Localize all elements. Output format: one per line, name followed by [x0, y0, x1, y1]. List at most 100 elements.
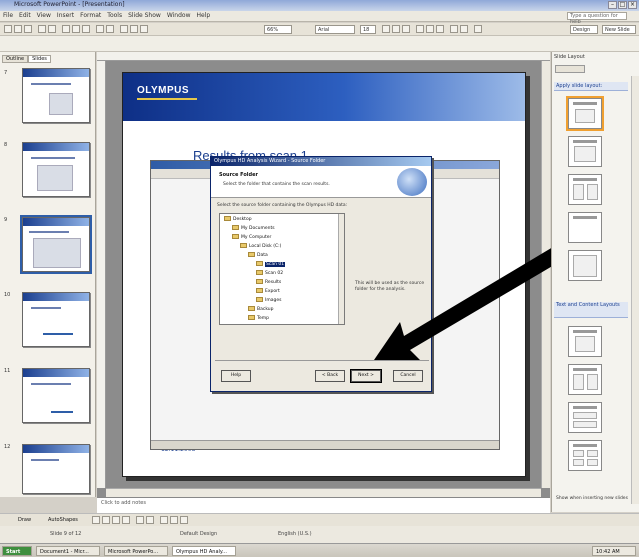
font-size-select[interactable]: 18 — [360, 25, 376, 34]
fill-color-icon[interactable] — [160, 516, 168, 524]
tree-node[interactable]: Export — [256, 288, 280, 296]
tree-node[interactable]: Backup — [248, 306, 274, 314]
textbox-icon[interactable] — [136, 516, 144, 524]
layout-four-content[interactable] — [568, 440, 602, 471]
slide-thumbnail-12[interactable] — [22, 444, 90, 494]
tree-node[interactable]: Desktop — [224, 216, 252, 224]
dialog-header-subtitle: Select the folder that contains the scan… — [223, 182, 330, 187]
new-icon[interactable] — [4, 25, 12, 33]
draw-menu[interactable]: Draw — [18, 517, 31, 523]
tree-node[interactable]: Images — [256, 297, 281, 305]
align-left-icon[interactable] — [416, 25, 424, 33]
bullets-icon[interactable] — [450, 25, 458, 33]
underline-icon[interactable] — [402, 25, 410, 33]
align-center-icon[interactable] — [426, 25, 434, 33]
tree-node-selected[interactable]: Scan 01 — [256, 261, 286, 269]
menu-insert[interactable]: Insert — [54, 11, 77, 20]
wordart-icon[interactable] — [146, 516, 154, 524]
paste-icon[interactable] — [82, 25, 90, 33]
menu-help[interactable]: Help — [194, 11, 214, 20]
layout-content[interactable] — [568, 326, 602, 357]
save-icon[interactable] — [24, 25, 32, 33]
chart-icon[interactable] — [120, 25, 128, 33]
notes-pane[interactable]: Click to add notes — [97, 497, 550, 513]
layout-blank[interactable] — [568, 250, 602, 281]
task-pane-nav[interactable] — [555, 65, 585, 73]
arrow-icon[interactable] — [102, 516, 110, 524]
grid-icon[interactable] — [140, 25, 148, 33]
slide-thumbnail-10[interactable] — [22, 292, 90, 347]
autoshapes-menu[interactable]: AutoShapes — [48, 517, 78, 523]
italic-icon[interactable] — [392, 25, 400, 33]
tree-node[interactable]: Local Disk (C:) — [240, 243, 281, 251]
layout-content-two[interactable] — [568, 402, 602, 433]
menu-slide-show[interactable]: Slide Show — [125, 11, 164, 20]
menu-tools[interactable]: Tools — [104, 11, 125, 20]
oval-icon[interactable] — [122, 516, 130, 524]
folder-tree[interactable]: Desktop My Documents My Computer Local D… — [219, 213, 345, 325]
layout-title-text[interactable] — [568, 136, 602, 167]
font-color-icon[interactable] — [180, 516, 188, 524]
section-apply-layout: Apply slide layout: — [554, 82, 628, 91]
back-button[interactable]: < Back — [315, 370, 345, 382]
tree-node[interactable]: Data — [248, 252, 268, 260]
menu-format[interactable]: Format — [77, 11, 104, 20]
tree-scrollbar[interactable] — [338, 214, 344, 324]
taskbar-item[interactable]: Microsoft PowerPo... — [104, 546, 168, 556]
maximize-button[interactable]: □ — [618, 1, 627, 9]
numbering-icon[interactable] — [460, 25, 468, 33]
slide-thumbnail-8[interactable] — [22, 142, 90, 197]
cut-icon[interactable] — [62, 25, 70, 33]
tree-node[interactable]: My Documents — [232, 225, 275, 233]
layout-text-content[interactable] — [568, 364, 602, 395]
vertical-scrollbar[interactable] — [541, 61, 550, 488]
design-button[interactable]: Design — [570, 25, 598, 34]
menu-window[interactable]: Window — [164, 11, 194, 20]
table-icon[interactable] — [130, 25, 138, 33]
slide-thumbnail-7[interactable] — [22, 68, 90, 123]
preview-icon[interactable] — [48, 25, 56, 33]
font-name-select[interactable]: Arial — [315, 25, 355, 34]
close-button[interactable]: × — [628, 1, 637, 9]
slide-thumbnail-9[interactable] — [20, 215, 92, 274]
menu-edit[interactable]: Edit — [16, 11, 34, 20]
tab-outline[interactable]: Outline — [2, 55, 29, 63]
zoom-select[interactable]: 66% — [264, 25, 292, 34]
layout-title-only[interactable] — [568, 212, 602, 243]
cancel-button[interactable]: Cancel — [393, 370, 423, 382]
layout-title-slide[interactable] — [566, 96, 604, 131]
horizontal-scrollbar[interactable] — [106, 488, 541, 497]
undo-icon[interactable] — [96, 25, 104, 33]
copy-icon[interactable] — [72, 25, 80, 33]
taskbar-clock: 10:42 AM — [592, 546, 636, 556]
tree-node[interactable]: Scan 02 — [256, 270, 283, 278]
next-button[interactable]: Next > — [350, 369, 382, 383]
line-color-icon[interactable] — [170, 516, 178, 524]
font-color-icon[interactable] — [474, 25, 482, 33]
redo-icon[interactable] — [106, 25, 114, 33]
rectangle-icon[interactable] — [112, 516, 120, 524]
start-button[interactable]: Start — [2, 546, 32, 556]
line-icon[interactable] — [92, 516, 100, 524]
align-right-icon[interactable] — [436, 25, 444, 33]
minimize-button[interactable]: – — [608, 1, 617, 9]
show-when-inserting-checkbox[interactable]: Show when inserting new slides — [556, 496, 630, 501]
menu-file[interactable]: File — [0, 11, 16, 20]
menu-view[interactable]: View — [34, 11, 54, 20]
help-search-input[interactable]: Type a question for help — [567, 12, 627, 25]
tree-node[interactable]: Results — [256, 279, 281, 287]
task-pane-scrollbar[interactable] — [631, 76, 639, 504]
layout-two-column[interactable] — [568, 174, 602, 205]
tree-node[interactable]: Temp — [248, 315, 269, 323]
print-icon[interactable] — [38, 25, 46, 33]
tab-slides[interactable]: Slides — [28, 55, 51, 63]
slide-thumbnail-11[interactable] — [22, 368, 90, 423]
open-icon[interactable] — [14, 25, 22, 33]
help-button[interactable]: Help — [221, 370, 251, 382]
horizontal-ruler — [97, 52, 550, 61]
taskbar-item[interactable]: Document1 - Micr... — [36, 546, 100, 556]
bold-icon[interactable] — [382, 25, 390, 33]
taskbar-item-active[interactable]: Olympus HD Analy... — [172, 546, 236, 556]
new-slide-button[interactable]: New Slide — [602, 25, 636, 34]
tree-node[interactable]: My Computer — [232, 234, 271, 242]
